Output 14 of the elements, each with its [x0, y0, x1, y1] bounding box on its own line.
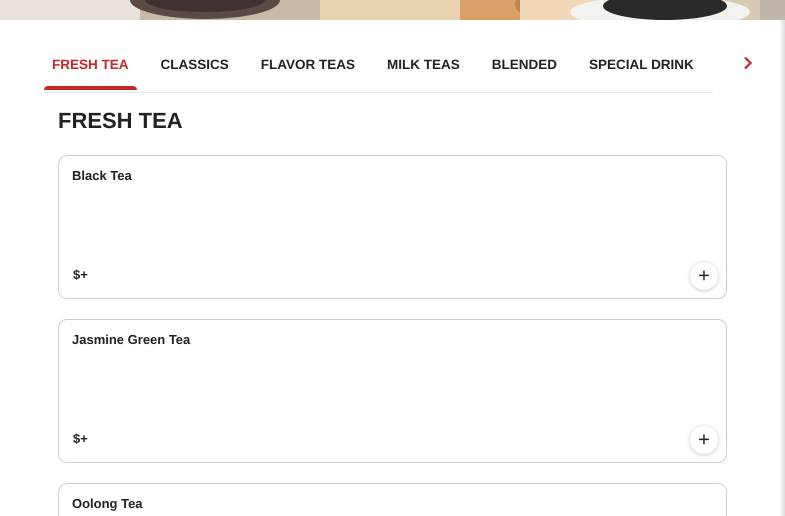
item-name: Jasmine Green Tea	[72, 334, 192, 346]
tab[interactable]: FLAVOR TEAS	[252, 56, 364, 92]
section-title: FRESH TEA	[58, 107, 184, 135]
item-price: $+	[73, 430, 88, 448]
add-button[interactable]: +	[690, 426, 718, 454]
item-name: Oolong Tea	[72, 498, 144, 510]
item-price: $+	[73, 266, 88, 284]
item-name: Black Tea	[72, 170, 133, 182]
tab[interactable]: MILK TEAS	[379, 56, 468, 92]
tab[interactable]: CLASSICS	[152, 56, 237, 92]
tab[interactable]: SPECIAL DRINK	[581, 56, 702, 92]
tab[interactable]: FRESH TEA	[44, 56, 137, 92]
tab[interactable]: BLENDED	[484, 56, 566, 92]
add-button[interactable]: +	[690, 262, 718, 290]
